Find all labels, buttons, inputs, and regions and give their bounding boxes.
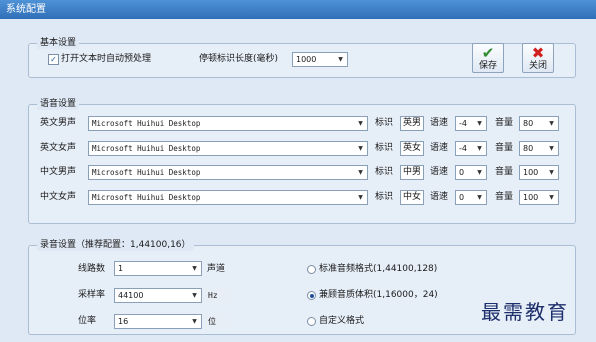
sample-rate-label: 采样率 — [78, 290, 106, 300]
voice-row-name: 英文男声 — [40, 118, 77, 128]
window-title: 系统配置 — [0, 0, 596, 19]
format-option-label: 自定义格式 — [319, 316, 365, 326]
chevron-down-icon: ▼ — [192, 265, 197, 272]
voice-speed-select[interactable]: 0 ▼ — [455, 165, 487, 180]
channel-label: 声道 — [207, 264, 226, 274]
chevron-down-icon: ▼ — [338, 56, 343, 63]
chevron-down-icon: ▼ — [477, 145, 482, 152]
chevron-down-icon: ▼ — [549, 194, 554, 201]
format-option-radio[interactable] — [307, 265, 316, 274]
mark-label: 标识 — [375, 143, 394, 153]
volume-label: 音量 — [495, 192, 514, 202]
watermark-text: 最需教育 — [481, 300, 569, 324]
voice-volume-select[interactable]: 80 ▼ — [519, 141, 559, 156]
voice-row-name: 中文女声 — [40, 192, 77, 202]
voice-row-name: 中文男声 — [40, 167, 77, 177]
mark-label: 标识 — [375, 118, 394, 128]
chevron-down-icon: ▼ — [192, 318, 197, 325]
lines-label: 线路数 — [78, 264, 106, 274]
voice-mark-field[interactable]: 中男 — [400, 165, 424, 180]
bit-rate-label: 位率 — [78, 316, 97, 326]
auto-preprocess-checkbox[interactable]: ✓ — [48, 54, 59, 65]
voice-speed-select[interactable]: -4 ▼ — [455, 116, 487, 131]
chevron-down-icon: ▼ — [549, 145, 554, 152]
format-option-radio[interactable] — [307, 291, 316, 300]
speed-label: 语速 — [430, 118, 449, 128]
speed-label: 语速 — [430, 192, 449, 202]
lines-select[interactable]: 1 ▼ — [114, 261, 202, 276]
chevron-down-icon: ▼ — [549, 169, 554, 176]
sample-rate-unit: Hz — [205, 288, 227, 303]
voice-speed-select[interactable]: 0 ▼ — [455, 190, 487, 205]
voice-volume-select[interactable]: 80 ▼ — [519, 116, 559, 131]
mark-label: 标识 — [375, 192, 394, 202]
pause-length-select[interactable]: 1000 ▼ — [292, 52, 348, 67]
voice-speed-select[interactable]: -4 ▼ — [455, 141, 487, 156]
chevron-down-icon: ▼ — [192, 292, 197, 299]
voice-mark-field[interactable]: 英男 — [400, 116, 424, 131]
voice-engine-select[interactable]: Microsoft Huihui Desktop ▼ — [88, 116, 368, 131]
bit-rate-select[interactable]: 16 ▼ — [114, 314, 202, 329]
voice-engine-select[interactable]: Microsoft Huihui Desktop ▼ — [88, 141, 368, 156]
save-button[interactable]: ✔ 保存 — [472, 43, 504, 73]
voice-engine-select[interactable]: Microsoft Huihui Desktop ▼ — [88, 190, 368, 205]
chevron-down-icon: ▼ — [477, 194, 482, 201]
chevron-down-icon: ▼ — [477, 120, 482, 127]
voice-engine-select[interactable]: Microsoft Huihui Desktop ▼ — [88, 165, 368, 180]
format-option-label: 标准音频格式(1,44100,128) — [319, 264, 438, 274]
pause-length-label: 停顿标识长度(毫秒) — [199, 54, 279, 64]
sample-rate-select[interactable]: 44100 ▼ — [114, 288, 202, 303]
close-button[interactable]: ✖ 关闭 — [522, 43, 554, 73]
chevron-down-icon: ▼ — [358, 145, 363, 152]
speed-label: 语速 — [430, 143, 449, 153]
format-option-radio[interactable] — [307, 317, 316, 326]
volume-label: 音量 — [495, 167, 514, 177]
format-option-label: 兼顾音质体积(1,16000，24) — [319, 290, 438, 300]
auto-preprocess-label: 打开文本时自动预处理 — [61, 54, 152, 64]
voice-settings-title: 语音设置 — [37, 98, 80, 110]
mark-label: 标识 — [375, 167, 394, 177]
chevron-down-icon: ▼ — [358, 120, 363, 127]
chevron-down-icon: ▼ — [358, 169, 363, 176]
voice-mark-field[interactable]: 英女 — [400, 141, 424, 156]
volume-label: 音量 — [495, 118, 514, 128]
checkmark-icon: ✔ — [481, 44, 495, 62]
chevron-down-icon: ▼ — [477, 169, 482, 176]
voice-row-name: 英文女声 — [40, 143, 77, 153]
chevron-down-icon: ▼ — [549, 120, 554, 127]
chevron-down-icon: ▼ — [358, 194, 363, 201]
volume-label: 音量 — [495, 143, 514, 153]
voice-volume-select[interactable]: 100 ▼ — [519, 165, 559, 180]
close-icon: ✖ — [531, 44, 545, 62]
speed-label: 语速 — [430, 167, 449, 177]
voice-mark-field[interactable]: 中女 — [400, 190, 424, 205]
basic-settings-title: 基本设置 — [37, 37, 80, 49]
bit-rate-unit: 位 — [205, 314, 227, 329]
voice-volume-select[interactable]: 100 ▼ — [519, 190, 559, 205]
recording-settings-title: 录音设置（推荐配置：1,44100,16） — [37, 239, 194, 251]
